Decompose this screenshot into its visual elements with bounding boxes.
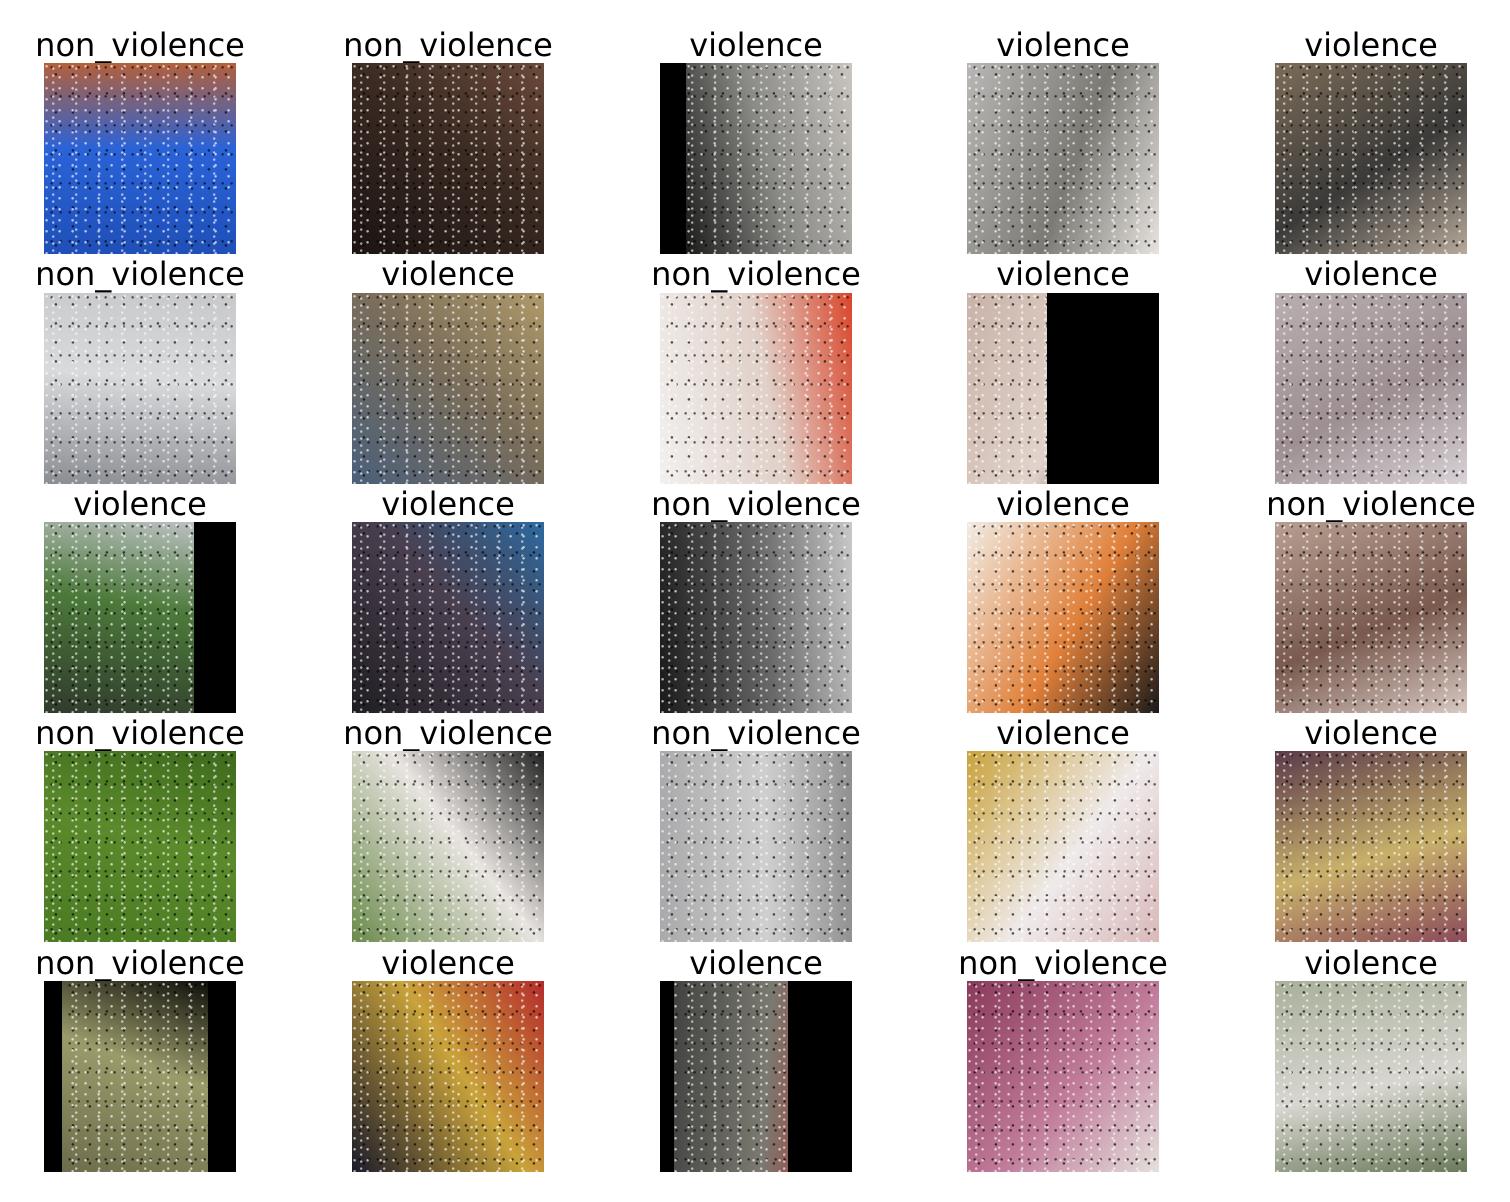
noise-overlay (967, 751, 1159, 942)
noise-overlay (660, 63, 852, 254)
image-thumbnail (967, 981, 1159, 1172)
noise-overlay (352, 293, 544, 484)
image-thumbnail (967, 63, 1159, 254)
image-label: non_violence (35, 26, 245, 64)
image-label: non_violence (651, 714, 861, 752)
image-thumbnail (967, 522, 1159, 713)
image-label: non_violence (35, 255, 245, 293)
image-label: violence (1304, 255, 1438, 293)
noise-overlay (660, 293, 852, 484)
image-thumbnail (1275, 751, 1467, 942)
image-thumbnail (352, 293, 544, 484)
image-thumbnail (44, 522, 236, 713)
image-label: non_violence (35, 714, 245, 752)
black-border-band (788, 981, 852, 1172)
image-thumbnail (660, 522, 852, 713)
image-label: violence (73, 485, 207, 523)
image-label: violence (996, 485, 1130, 523)
noise-overlay (660, 751, 852, 942)
image-thumbnail (1275, 293, 1467, 484)
image-label: violence (996, 26, 1130, 64)
image-label: violence (996, 714, 1130, 752)
image-label: violence (381, 485, 515, 523)
noise-overlay (1275, 522, 1467, 713)
black-border-band (660, 63, 686, 254)
noise-overlay (967, 522, 1159, 713)
black-border-band (44, 981, 62, 1172)
black-border-band (208, 981, 236, 1172)
image-thumbnail (1275, 522, 1467, 713)
image-thumbnail (44, 981, 236, 1172)
image-thumbnail (1275, 63, 1467, 254)
noise-overlay (1275, 981, 1467, 1172)
black-border-band (1047, 293, 1159, 484)
image-thumbnail (967, 293, 1159, 484)
image-label: violence (381, 255, 515, 293)
noise-overlay (44, 293, 236, 484)
image-thumbnail (660, 751, 852, 942)
image-thumbnail (352, 751, 544, 942)
image-label: non_violence (343, 26, 553, 64)
noise-overlay (352, 522, 544, 713)
image-thumbnail (660, 63, 852, 254)
noise-overlay (352, 751, 544, 942)
image-thumbnail (352, 981, 544, 1172)
image-thumbnail (44, 293, 236, 484)
noise-overlay (352, 981, 544, 1172)
noise-overlay (967, 981, 1159, 1172)
image-label: violence (1304, 26, 1438, 64)
image-label: violence (1304, 714, 1438, 752)
image-label: violence (996, 255, 1130, 293)
image-label: violence (381, 944, 515, 982)
noise-overlay (967, 63, 1159, 254)
image-label: non_violence (35, 944, 245, 982)
image-thumbnail (1275, 981, 1467, 1172)
image-thumbnail (352, 522, 544, 713)
image-label: non_violence (651, 255, 861, 293)
image-thumbnail (660, 981, 852, 1172)
image-label: non_violence (1266, 485, 1476, 523)
noise-overlay (44, 63, 236, 254)
noise-overlay (44, 751, 236, 942)
noise-overlay (1275, 293, 1467, 484)
image-thumbnail (44, 63, 236, 254)
black-border-band (194, 522, 236, 713)
image-thumbnail (44, 751, 236, 942)
noise-overlay (352, 63, 544, 254)
black-border-band (660, 981, 674, 1172)
image-label: violence (689, 944, 823, 982)
image-thumbnail (660, 293, 852, 484)
image-label: violence (1304, 944, 1438, 982)
image-thumbnail (352, 63, 544, 254)
noise-overlay (660, 522, 852, 713)
noise-overlay (1275, 751, 1467, 942)
noise-overlay (1275, 63, 1467, 254)
image-label: violence (689, 26, 823, 64)
image-label: non_violence (651, 485, 861, 523)
image-label: non_violence (958, 944, 1168, 982)
image-thumbnail (967, 751, 1159, 942)
image-label: non_violence (343, 714, 553, 752)
